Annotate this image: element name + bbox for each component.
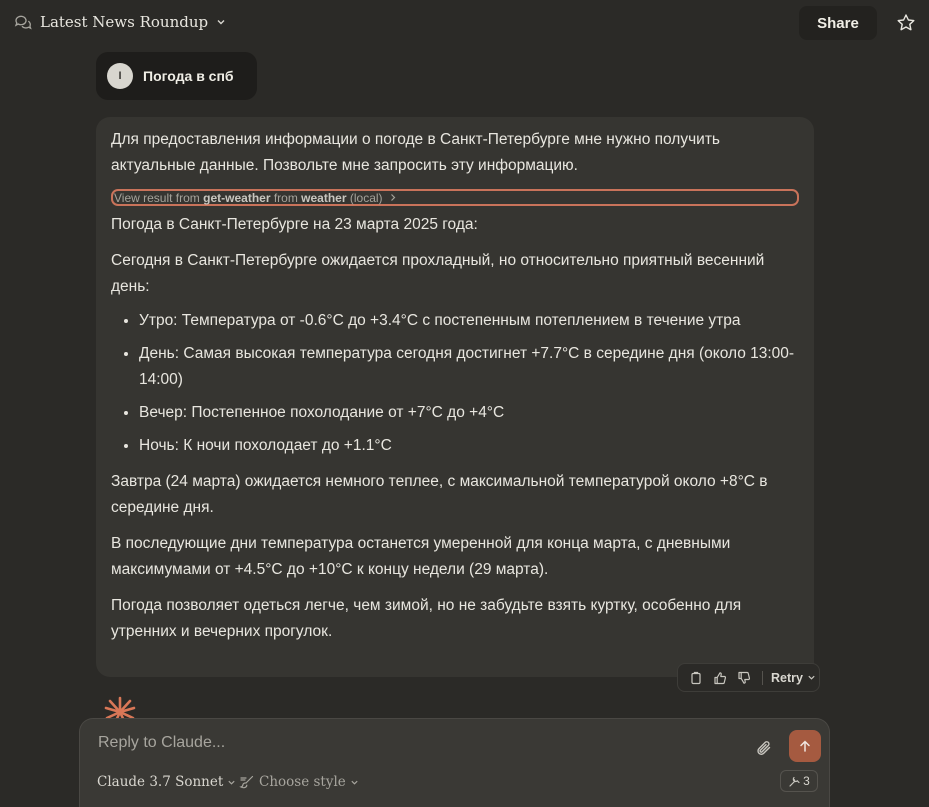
following-days-forecast: В последующие дни температура останется … [111,535,731,578]
style-selector[interactable]: Choose style [239,772,359,792]
paperclip-icon[interactable] [752,736,776,760]
list-item: Утро: Температура от -0.6°C до +3.4°C с … [139,308,799,334]
tool-result-link[interactable]: View result from get-weather from weathe… [111,189,799,206]
tools-count: 3 [803,774,810,788]
chevron-down-icon [350,778,359,787]
server-name: weather [301,190,347,205]
divider [762,670,763,685]
assistant-message: Для предоставления информации о погоде в… [96,117,814,677]
message-actions: Retry [677,663,820,692]
composer: Claude 3.7 Sonnet Choose style 3 [79,718,830,807]
share-button[interactable]: Share [799,6,877,40]
tool-name: get-weather [203,190,271,205]
copy-icon[interactable] [686,668,706,688]
list-item: День: Самая высокая температура сегодня … [139,341,799,393]
tool-result-suffix: (local) [346,190,383,205]
reply-input[interactable] [96,731,700,755]
chevron-right-icon [389,193,397,202]
user-message-text: Погода в спб [143,68,234,84]
arrow-up-icon [798,739,812,753]
user-message: I Погода в спб [96,52,257,100]
star-icon[interactable] [894,11,918,35]
chat-title: Latest News Roundup [40,13,209,31]
send-button[interactable] [789,730,821,762]
tomorrow-forecast: Завтра (24 марта) ожидается немного тепл… [111,473,768,516]
tools-icon [788,775,801,788]
chevron-down-icon [807,673,816,682]
style-label: Choose style [259,774,346,790]
weather-heading: Погода в Санкт-Петербурге на 23 марта 20… [111,216,478,233]
retry-button[interactable]: Retry [771,671,816,685]
model-label: Claude 3.7 Sonnet [97,774,224,790]
assistant-intro: Для предоставления информации о погоде в… [111,131,720,174]
list-item: Вечер: Постепенное похолодание от +7°C д… [139,400,799,426]
avatar: I [107,63,133,89]
clothing-advice: Погода позволяет одеться легче, чем зимо… [111,597,742,640]
chevron-down-icon [227,778,236,787]
brush-icon [239,774,255,790]
thumbs-up-icon[interactable] [710,668,730,688]
weather-bullets: Утро: Температура от -0.6°C до +3.4°C с … [111,308,799,459]
weather-summary: Сегодня в Санкт-Петербурге ожидается про… [111,252,765,295]
list-item: Ночь: К ночи похолодает до +1.1°C [139,433,799,459]
tool-result-middle: from [270,190,302,205]
thumbs-down-icon[interactable] [734,668,754,688]
chat-title-dropdown[interactable]: Latest News Roundup [14,10,226,34]
retry-label: Retry [771,670,803,685]
tool-result-prefix: View result from [114,190,204,205]
model-selector[interactable]: Claude 3.7 Sonnet [97,772,236,792]
header: Latest News Roundup Share [0,0,929,46]
chat-bubbles-icon [14,13,32,31]
chevron-down-icon [216,17,226,27]
tools-button[interactable]: 3 [780,770,818,792]
